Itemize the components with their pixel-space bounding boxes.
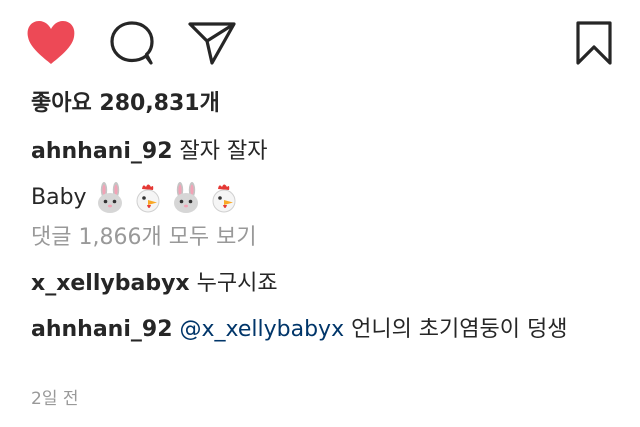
likes-number: 280,831개: [99, 91, 220, 116]
comment-text: 언니의 초기염둥이 덩생: [351, 317, 568, 342]
share-button[interactable]: [187, 20, 237, 66]
post-timestamp: 2일 전: [31, 389, 79, 409]
rabbit-face-icon: [95, 182, 125, 214]
comment-button[interactable]: [108, 20, 156, 66]
likes-count[interactable]: 좋아요 280,831개: [31, 90, 620, 118]
post-action-bar: [0, 0, 640, 90]
comment-item: ahnhani_92 @x_xellybabyx 언니의 초기염둥이 덩생: [31, 316, 620, 344]
caption-continuation: Baby: [31, 182, 620, 214]
heart-filled-icon: [27, 21, 75, 64]
bookmark-icon: [576, 21, 612, 65]
caption-continuation-text: Baby: [31, 185, 87, 210]
rabbit-face-icon: [171, 182, 201, 214]
like-button[interactable]: [26, 20, 76, 66]
comment-username[interactable]: x_xellybabyx: [31, 271, 190, 296]
speech-bubble-icon: [110, 21, 154, 65]
save-button[interactable]: [574, 20, 614, 66]
comment-username[interactable]: ahnhani_92: [31, 317, 173, 342]
paper-plane-icon: [188, 22, 236, 65]
caption-text: 잘자 잘자: [179, 139, 268, 164]
view-all-comments-link[interactable]: 댓글 1,866개 모두 보기: [31, 224, 620, 252]
comment-mention[interactable]: @x_xellybabyx: [180, 317, 345, 342]
post-caption: ahnhani_92 잘자 잘자: [31, 138, 620, 166]
comment-item: x_xellybabyx 누구시죠: [31, 270, 620, 298]
caption-username[interactable]: ahnhani_92: [31, 139, 173, 164]
likes-label: 좋아요: [31, 91, 92, 116]
chicken-icon: [209, 182, 239, 214]
comment-text: 누구시죠: [196, 271, 278, 296]
chicken-icon: [133, 182, 163, 214]
